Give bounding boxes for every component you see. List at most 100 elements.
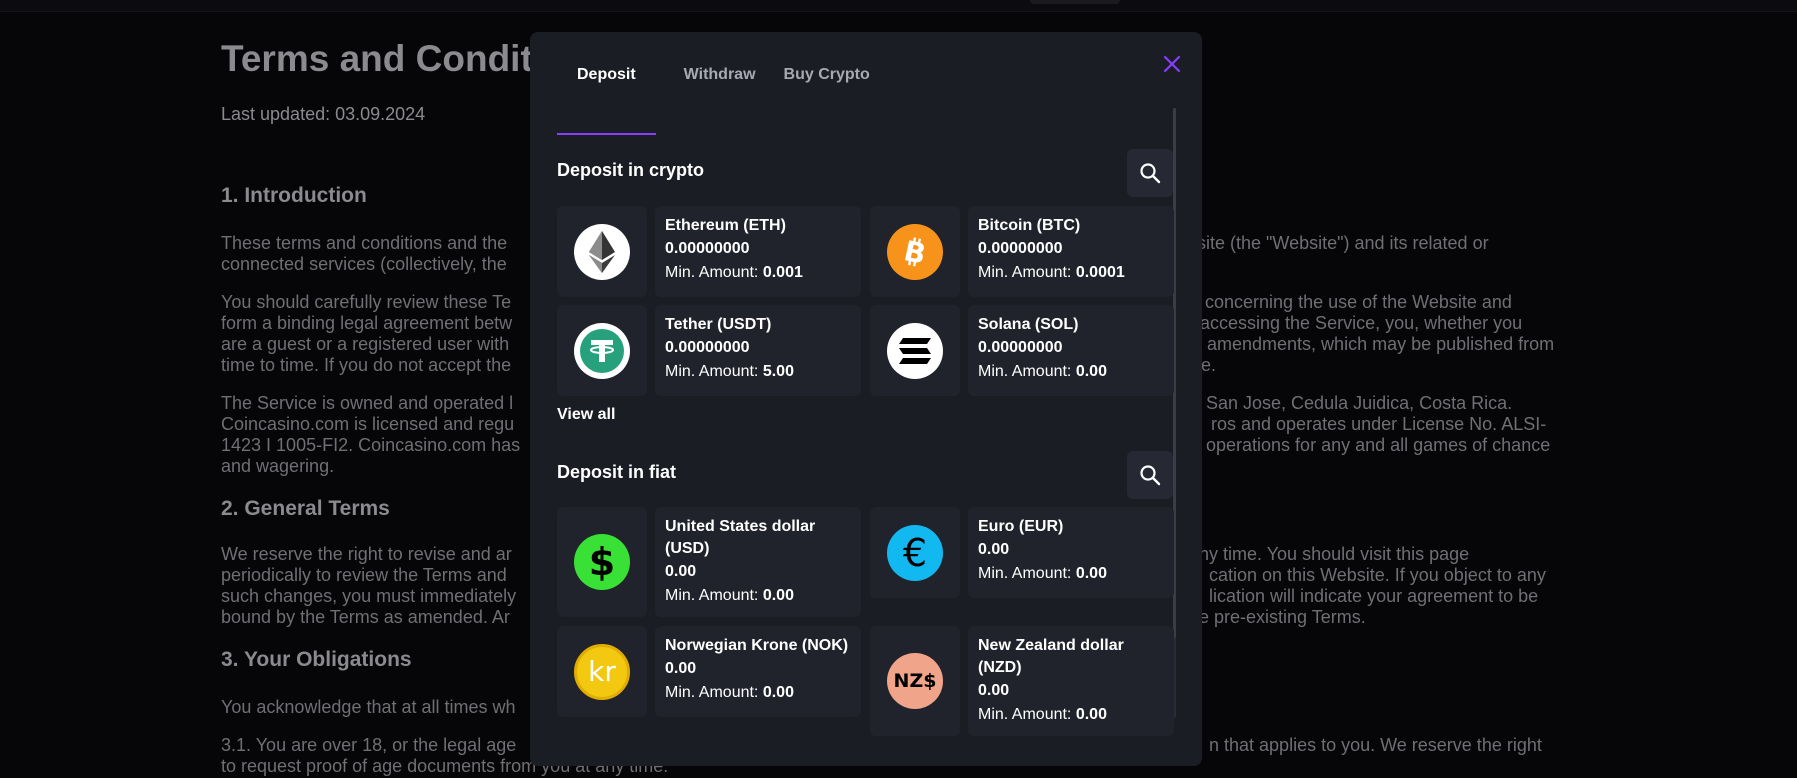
coin-balance: 0.00000000	[978, 339, 1063, 356]
crypto-search-button[interactable]	[1127, 149, 1173, 197]
tab-withdraw-label: Withdraw	[683, 66, 756, 83]
dollar-icon: $	[574, 534, 630, 590]
fiat-card-usd[interactable]: $ United States dollar (USD) 0.00 Min. A…	[557, 507, 861, 617]
tab-deposit-label: Deposit	[577, 66, 636, 83]
coin-info: Ethereum (ETH) 0.00000000 Min. Amount: 0…	[655, 206, 861, 297]
coin-name: Norwegian Krone (NOK)	[665, 637, 849, 654]
deposit-fiat-title: Deposit in fiat	[557, 462, 677, 482]
fiat-card-eur[interactable]: € Euro (EUR) 0.00 Min. Amount: 0.00	[870, 507, 1174, 598]
intro-line-1b: site (the "Website") and its related or	[1197, 233, 1489, 253]
crypto-card-sol[interactable]: Solana (SOL) 0.00000000 Min. Amount: 0.0…	[870, 305, 1174, 396]
search-icon	[1140, 163, 1161, 184]
coin-balance: 0.00	[665, 563, 697, 580]
min-label: Min. Amount:	[665, 264, 759, 281]
coin-info: Norwegian Krone (NOK) 0.00 Min. Amount: …	[655, 626, 861, 717]
heading-obligations: 3. Your Obligations	[221, 648, 412, 671]
min-value: 0.00	[1075, 706, 1107, 723]
p2-line-3a: are a guest or a registered user with	[221, 334, 510, 354]
min-label: Min. Amount:	[978, 264, 1072, 281]
intro-line-1a: These terms and conditions and the	[221, 233, 508, 253]
heading-introduction: 1. Introduction	[221, 184, 367, 207]
p4-line-4b: e pre-existing Terms.	[1199, 607, 1366, 627]
coin-balance: 0.00	[978, 682, 1010, 699]
solana-icon	[887, 322, 943, 379]
p3-line-2b: ros and operates under License No. ALSI-	[1211, 414, 1547, 434]
coin-min-amount: Min. Amount: 0.00	[665, 584, 851, 608]
p4-line-3b: lication will indicate your agreement to…	[1209, 586, 1539, 606]
tab-buy-crypto[interactable]: Buy Crypto	[784, 65, 870, 137]
min-value: 0.00	[1075, 565, 1107, 582]
coin-icon-box: B	[870, 206, 960, 297]
top-bar	[0, 0, 1797, 12]
min-label: Min. Amount:	[665, 684, 759, 701]
fiat-search-button[interactable]	[1127, 451, 1173, 499]
tab-withdraw[interactable]: Withdraw	[684, 65, 756, 137]
p4-line-1b: ny time. You should visit this page	[1199, 544, 1470, 564]
p2-line-3b: amendments, which may be published from	[1207, 334, 1555, 354]
min-value: 0.00	[1075, 363, 1107, 380]
p6-line-1b: n that applies to you. We reserve the ri…	[1209, 735, 1542, 755]
coin-balance: 0.00000000	[665, 240, 750, 257]
modal-tabs: Deposit Withdraw Buy Crypto	[557, 65, 898, 137]
min-label: Min. Amount:	[665, 587, 759, 604]
coin-name: Solana (SOL)	[978, 316, 1079, 333]
min-label: Min. Amount:	[978, 565, 1072, 582]
p2-line-1b: ns concerning the use of the Website and	[1181, 292, 1512, 312]
page-title: Terms and Condit	[221, 38, 533, 79]
p4-line-2b: cation on this Website. If you object to…	[1209, 565, 1546, 585]
coin-balance: 0.00000000	[978, 240, 1063, 257]
coin-name: New Zealand dollar (NZD)	[978, 637, 1124, 676]
min-value: 0.00	[762, 684, 794, 701]
fiat-card-nok[interactable]: kr Norwegian Krone (NOK) 0.00 Min. Amoun…	[557, 626, 861, 717]
p3-line-1b: San Jose, Cedula Juidica, Costa Rica.	[1206, 393, 1513, 413]
min-value: 0.0001	[1075, 264, 1125, 281]
fiat-card-nzd[interactable]: NZ$ New Zealand dollar (NZD) 0.00 Min. A…	[870, 626, 1174, 736]
p2-line-1a: You should carefully review these Te	[221, 292, 512, 312]
p4-line-2a: periodically to review the Terms and	[221, 565, 507, 585]
heading-general-terms: 2. General Terms	[221, 497, 390, 520]
crypto-card-eth[interactable]: Ethereum (ETH) 0.00000000 Min. Amount: 0…	[557, 206, 861, 297]
coin-icon-box: kr	[557, 626, 647, 717]
p2-line-2a: form a binding legal agreement betw	[221, 313, 513, 333]
p6-line-1a: 3.1. You are over 18, or the legal age	[221, 735, 517, 755]
p5-line-1a: You acknowledge that at all times wh	[221, 697, 516, 717]
crypto-card-usdt[interactable]: Tether (USDT) 0.00000000 Min. Amount: 5.…	[557, 305, 861, 396]
coin-balance: 0.00000000	[665, 339, 750, 356]
p4-line-3a: such changes, you must immediately	[221, 586, 517, 606]
coin-icon-box	[870, 305, 960, 396]
close-button[interactable]	[1158, 50, 1186, 78]
tab-buy-crypto-label: Buy Crypto	[783, 66, 870, 83]
tab-deposit[interactable]: Deposit	[557, 65, 656, 137]
deposit-modal: Deposit Withdraw Buy Crypto Deposit in c…	[530, 32, 1202, 766]
coin-min-amount: Min. Amount: 0.0001	[978, 261, 1164, 285]
p3-line-4a: and wagering.	[221, 456, 335, 476]
crypto-card-btc[interactable]: B Bitcoin (BTC) 0.00000000 Min. Amount: …	[870, 206, 1174, 297]
coin-min-amount: Min. Amount: 0.00	[978, 562, 1164, 586]
coin-info: Euro (EUR) 0.00 Min. Amount: 0.00	[968, 507, 1174, 598]
coin-info: New Zealand dollar (NZD) 0.00 Min. Amoun…	[968, 626, 1174, 736]
coin-balance: 0.00	[978, 541, 1010, 558]
coin-min-amount: Min. Amount: 5.00	[665, 360, 851, 384]
view-all-link[interactable]: View all	[557, 406, 615, 424]
coin-name: Bitcoin (BTC)	[978, 217, 1081, 234]
min-label: Min. Amount:	[978, 706, 1072, 723]
min-label: Min. Amount:	[665, 363, 759, 380]
close-icon	[1163, 55, 1181, 73]
bitcoin-icon: B	[887, 223, 943, 280]
euro-icon: €	[887, 524, 943, 581]
coin-info: Solana (SOL) 0.00000000 Min. Amount: 0.0…	[968, 305, 1174, 396]
coin-name: Tether (USDT)	[665, 316, 772, 333]
min-value: 5.00	[762, 363, 794, 380]
coin-min-amount: Min. Amount: 0.001	[665, 261, 851, 285]
coin-info: Tether (USDT) 0.00000000 Min. Amount: 5.…	[655, 305, 861, 396]
min-value: 0.00	[762, 587, 794, 604]
top-bar-notch	[1030, 0, 1120, 4]
min-label: Min. Amount:	[978, 363, 1072, 380]
p2-line-4b: e.	[1201, 355, 1217, 375]
coin-min-amount: Min. Amount: 0.00	[978, 703, 1164, 727]
nzd-icon: NZ$	[887, 653, 943, 709]
coin-min-amount: Min. Amount: 0.00	[665, 681, 851, 705]
coin-icon-box	[557, 305, 647, 396]
coin-name: Euro (EUR)	[978, 518, 1064, 535]
min-value: 0.001	[762, 264, 803, 281]
